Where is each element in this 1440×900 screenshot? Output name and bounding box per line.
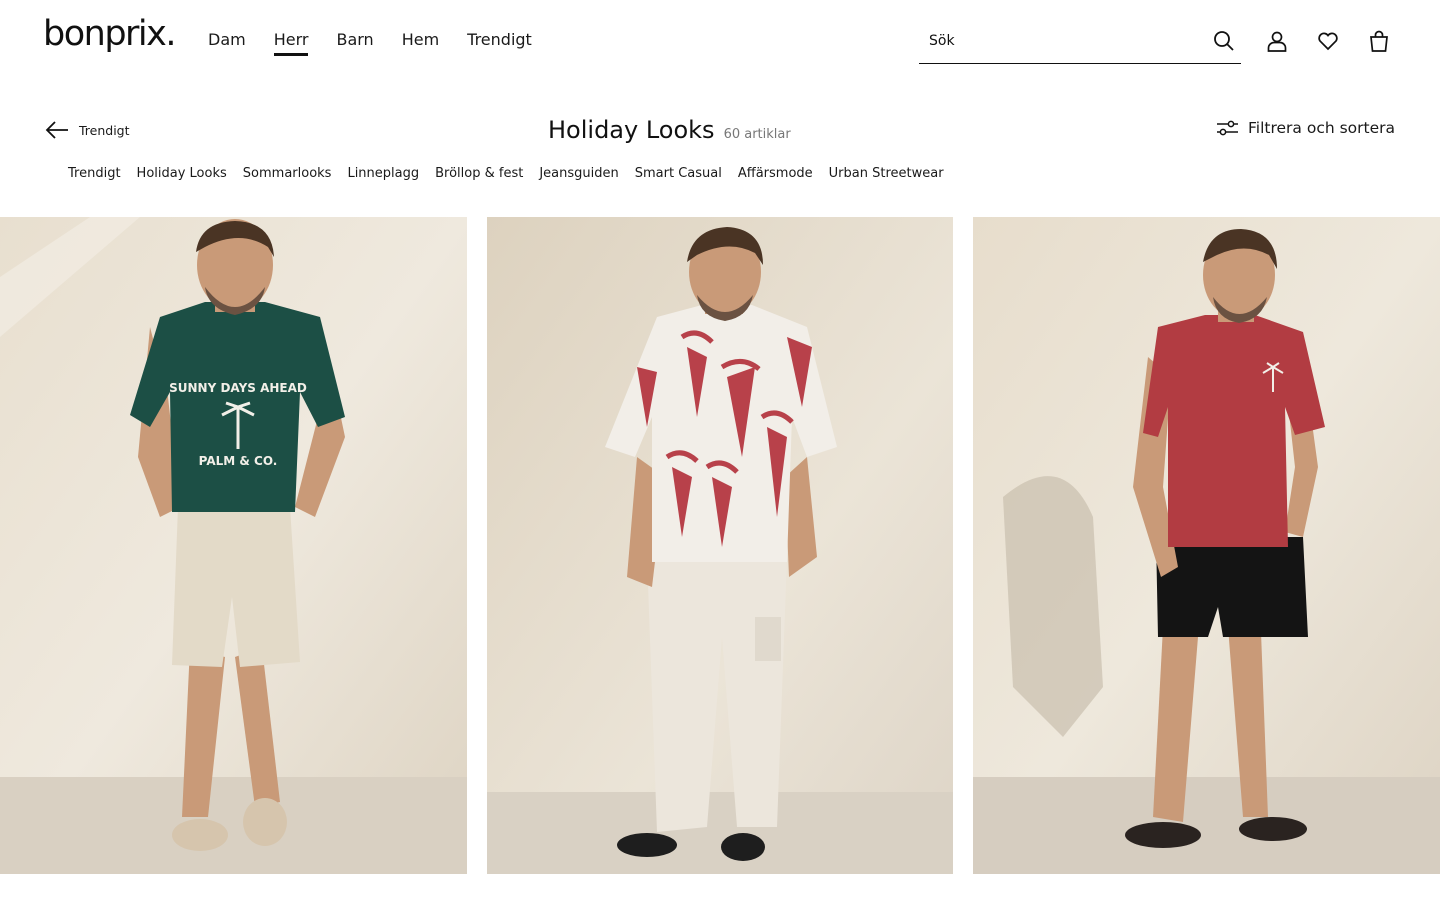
- category-link-jeansguiden[interactable]: Jeansguiden: [539, 166, 618, 181]
- arrow-left-icon: [45, 121, 68, 139]
- heart-icon[interactable]: [1315, 28, 1341, 54]
- category-link-trendigt[interactable]: Trendigt: [68, 166, 121, 181]
- filter-sort-button[interactable]: Filtrera och sortera: [1216, 119, 1395, 137]
- search-icon[interactable]: [1211, 28, 1237, 54]
- category-link-sommarlooks[interactable]: Sommarlooks: [243, 166, 332, 181]
- article-count: 60 artiklar: [723, 127, 791, 142]
- category-link-affarsmode[interactable]: Affärsmode: [738, 166, 813, 181]
- product-image: [973, 217, 1440, 874]
- back-link[interactable]: Trendigt: [45, 120, 130, 140]
- page-heading: Holiday Looks 60 artiklar: [548, 116, 791, 144]
- category-link-urban-streetwear[interactable]: Urban Streetwear: [829, 166, 944, 181]
- sliders-icon: [1217, 120, 1238, 136]
- product-card[interactable]: [487, 217, 953, 874]
- filter-label: Filtrera och sortera: [1248, 119, 1396, 137]
- nav-item-barn[interactable]: Barn: [336, 30, 373, 55]
- category-link-smart-casual[interactable]: Smart Casual: [635, 166, 722, 181]
- back-label: Trendigt: [79, 122, 130, 138]
- search-input[interactable]: [929, 30, 1199, 52]
- shirt-print-text: SUNNY DAYS AHEAD: [169, 381, 307, 395]
- nav-item-trendigt[interactable]: Trendigt: [467, 30, 532, 55]
- product-card[interactable]: [973, 217, 1440, 874]
- category-links: Trendigt Holiday Looks Sommarlooks Linne…: [68, 166, 944, 181]
- shirt-print-text: PALM & CO.: [199, 454, 278, 468]
- header-actions: [1264, 28, 1392, 54]
- product-grid: SUNNY DAYS AHEAD PALM & CO.: [0, 217, 1440, 874]
- product-card[interactable]: SUNNY DAYS AHEAD PALM & CO.: [0, 217, 467, 874]
- main-nav: Dam Herr Barn Hem Trendigt: [208, 30, 532, 56]
- category-link-linneplagg[interactable]: Linneplagg: [347, 166, 419, 181]
- product-image: [487, 217, 953, 874]
- nav-item-hem[interactable]: Hem: [402, 30, 439, 55]
- category-link-holiday-looks[interactable]: Holiday Looks: [137, 166, 227, 181]
- bag-icon[interactable]: [1366, 28, 1392, 54]
- nav-item-dam[interactable]: Dam: [208, 30, 246, 55]
- bonprix-logo[interactable]: bonprix.: [43, 14, 176, 54]
- user-icon[interactable]: [1264, 28, 1290, 54]
- product-image: SUNNY DAYS AHEAD PALM & CO.: [0, 217, 467, 874]
- search-bar: [919, 20, 1241, 64]
- category-link-brollop-fest[interactable]: Bröllop & fest: [435, 166, 523, 181]
- page-title: Holiday Looks: [548, 116, 715, 144]
- nav-item-herr[interactable]: Herr: [273, 30, 308, 56]
- site-header: bonprix. Dam Herr Barn Hem Trendigt: [0, 0, 1440, 84]
